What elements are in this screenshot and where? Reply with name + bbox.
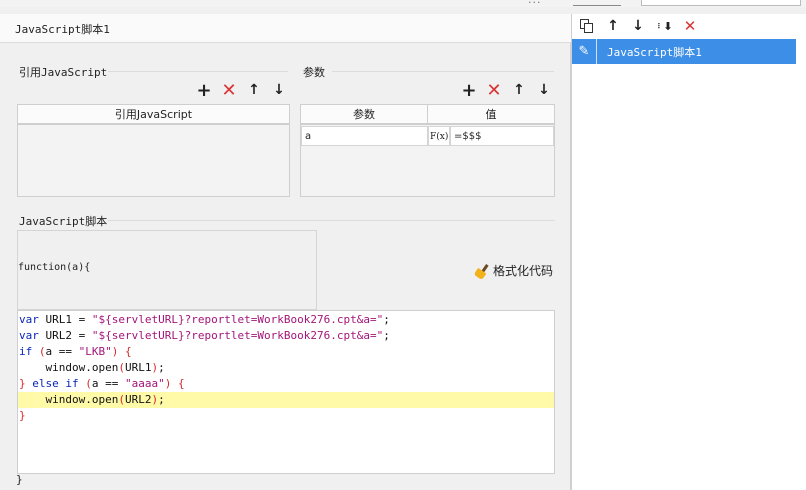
code-token: URL1 [124,361,152,374]
function-closing-brace: } [16,473,23,486]
param-name-cell[interactable]: a [301,126,428,146]
params-delete-button[interactable]: ✕ [485,80,503,101]
imports-move-up-button[interactable]: ↑ [245,81,263,99]
formula-button[interactable]: F(x) [428,126,450,146]
code-token: ; [158,393,165,406]
imports-move-down-button[interactable]: ↓ [270,81,288,99]
code-token: a == [45,345,79,358]
code-line[interactable]: var URL1 = "${servletURL}?reportlet=Work… [18,312,554,328]
script-list-pane: ↑ ↓ ⋮ ⬇ ✕ ✎ JavaScript脚本1 [571,14,806,490]
code-token: var [19,313,39,326]
param-value-cell[interactable]: =$$$ [450,126,554,146]
right-tab-strip[interactable] [573,0,621,6]
imports-delete-button[interactable]: ✕ [220,80,238,101]
code-line[interactable]: window.open(URL2); [18,392,554,408]
copy-button[interactable] [578,17,596,35]
code-token: { [177,377,185,390]
top-strip: ··· [0,0,806,9]
code-editor[interactable]: var URL1 = "${servletURL}?reportlet=Work… [17,310,555,474]
script-list-item[interactable]: ✎ JavaScript脚本1 [572,39,796,64]
code-token: "aaaa" [124,377,165,390]
params-group-label: 参数 [303,66,325,79]
imports-divider [108,71,288,72]
editor-title: JavaScript脚本1 [15,23,110,36]
right-search-field[interactable] [641,0,801,6]
script-list-item-label: JavaScript脚本1 [607,45,702,59]
code-token: ( [118,361,125,374]
code-token: a == [91,377,125,390]
list-move-down-button[interactable]: ↓ [629,17,647,35]
editor-header: JavaScript脚本1 [0,14,571,43]
format-code-label: 格式化代码 [493,264,554,278]
code-token: { [125,345,132,358]
code-token: URL1 = [38,313,92,326]
param-name-column-header[interactable]: 参数 [301,105,427,125]
code-token: URL2 [124,393,152,406]
code-token: } [19,377,26,390]
code-token: "${servletURL}?reportlet=WorkBook276.cpt… [91,329,384,342]
script-editor-pane: JavaScript脚本1 引用JavaScript + ✕ ↑ ↓ 引用Jav… [0,14,571,490]
function-signature: function(a){ [18,262,91,273]
code-token: window.open [19,393,119,406]
code-line[interactable]: if (a == "LKB") { [18,344,554,360]
code-line[interactable]: } else if (a == "aaaa") { [18,376,554,392]
copy-icon [580,19,594,33]
edit-pen-icon: ✎ [578,44,590,59]
list-move-bottom-button[interactable]: ⋮ ⬇ [655,17,673,35]
code-line[interactable]: } [18,408,554,424]
param-value-column-header[interactable]: 值 [427,105,554,125]
imports-table[interactable]: 引用JavaScript [17,104,290,197]
params-move-down-button[interactable]: ↓ [535,81,553,99]
more-icon[interactable]: ··· [528,0,542,9]
broom-icon [473,263,490,280]
code-token: } [19,409,26,422]
code-token: ( [38,345,46,358]
code-line[interactable]: window.open(URL1); [18,360,554,376]
move-bottom-icon: ⋮ ⬇ [655,19,673,33]
code-token: var [19,329,39,342]
code-token: ; [158,361,165,374]
params-add-button[interactable]: + [460,80,478,101]
format-code-button[interactable]: 格式化代码 [473,262,554,280]
list-move-up-button[interactable]: ↑ [604,17,622,35]
params-move-up-button[interactable]: ↑ [510,81,528,99]
params-table[interactable]: 参数 值 a F(x) =$$$ [300,104,555,197]
code-token: URL2 = [38,329,92,342]
code-token: ; [383,329,390,342]
code-token: ( [85,377,92,390]
list-toolbar: ↑ ↓ ⋮ ⬇ ✕ [572,14,806,38]
code-token: else if [32,377,79,390]
script-group-label: JavaScript脚本 [19,215,108,228]
code-token: if [19,345,33,358]
params-divider [332,71,554,72]
imports-add-button[interactable]: + [195,80,213,101]
code-token: ; [383,313,390,326]
imports-column-header[interactable]: 引用JavaScript [18,105,289,125]
code-token: window.open [19,361,119,374]
imports-group-label: 引用JavaScript [19,66,108,79]
script-divider [108,220,555,221]
list-delete-button[interactable]: ✕ [681,17,699,35]
code-token: "${servletURL}?reportlet=WorkBook276.cpt… [91,313,384,326]
code-token: ( [118,393,125,406]
code-line[interactable]: var URL2 = "${servletURL}?reportlet=Work… [18,328,554,344]
code-token: "LKB" [78,345,112,358]
